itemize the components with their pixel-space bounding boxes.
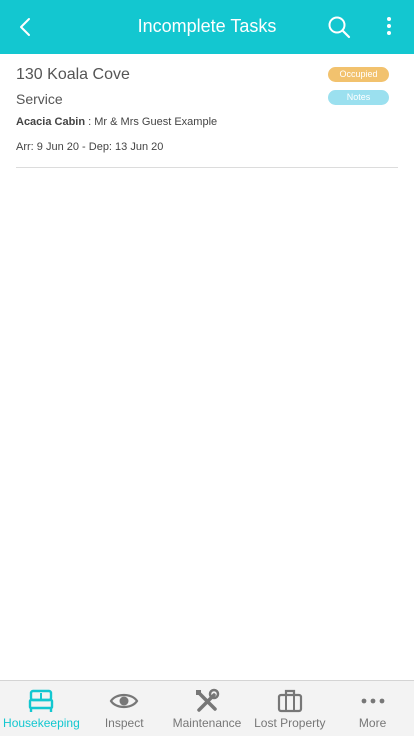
tab-housekeeping[interactable]: Housekeeping xyxy=(0,681,83,736)
stay-dates: Arr: 9 Jun 20 - Dep: 13 Jun 20 xyxy=(16,141,164,153)
bottom-tab-bar: Housekeeping Inspect Maintenance Lost Pr… xyxy=(0,680,414,736)
tab-label: More xyxy=(358,716,387,730)
guest-line: Acacia Cabin : Mr & Mrs Guest Example xyxy=(16,116,217,128)
tab-label: Inspect xyxy=(104,716,144,730)
tab-label: Lost Property xyxy=(254,716,326,730)
notes-badge[interactable]: Notes xyxy=(328,90,389,105)
room-name: 130 Koala Cove xyxy=(16,66,130,83)
eye-icon xyxy=(109,693,139,709)
app-header: Incomplete Tasks xyxy=(0,0,414,54)
bed-icon xyxy=(29,689,54,712)
more-vertical-icon[interactable] xyxy=(380,14,398,40)
more-horizontal-icon xyxy=(361,698,384,704)
tab-maintenance[interactable]: Maintenance xyxy=(166,681,249,736)
tab-label: Housekeeping xyxy=(3,716,80,730)
tab-lost-property[interactable]: Lost Property xyxy=(248,681,331,736)
task-list-item[interactable]: 130 Koala Cove Service Acacia Cabin : Mr… xyxy=(16,54,398,168)
tab-label: Maintenance xyxy=(172,716,242,730)
cabin-type: Acacia Cabin xyxy=(16,116,86,128)
status-badge: Occupied xyxy=(328,67,389,82)
guest-name: Mr & Mrs Guest Example xyxy=(94,116,218,128)
tab-inspect[interactable]: Inspect xyxy=(83,681,166,736)
search-icon[interactable] xyxy=(326,14,352,40)
briefcase-icon xyxy=(277,689,302,713)
guest-separator: : xyxy=(85,116,95,128)
tab-more[interactable]: More xyxy=(331,681,414,736)
tools-icon xyxy=(195,688,220,712)
task-type: Service xyxy=(16,91,63,107)
